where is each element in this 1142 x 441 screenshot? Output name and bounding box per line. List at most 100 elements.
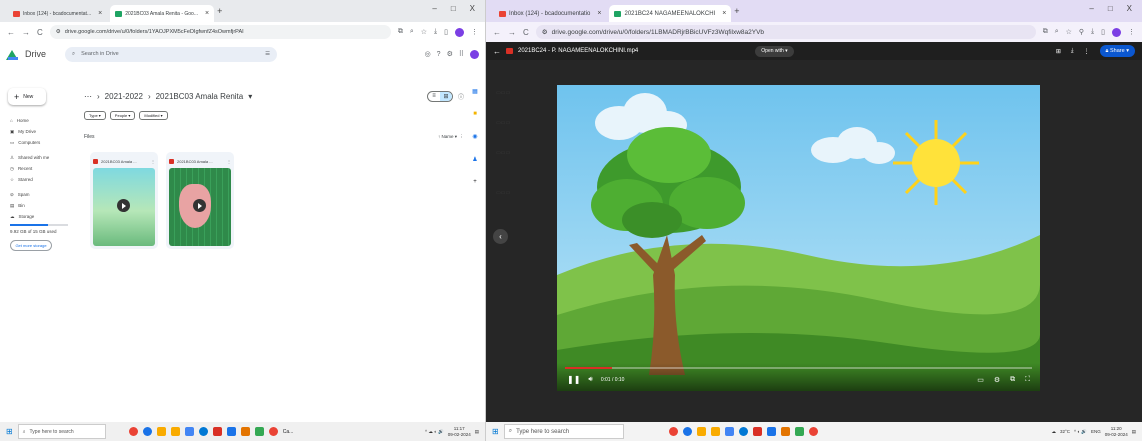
taskbar-search[interactable]: ⌕ Type here to search (17, 424, 106, 439)
previous-file-button[interactable]: ‹ (493, 229, 508, 244)
tab-drive-video[interactable]: 2021BC24 NAGAMEENALOKCHI × (609, 5, 732, 22)
taskbar-search[interactable]: ⌕ Type here to search (503, 424, 624, 439)
chevron-down-icon[interactable]: ▾ (248, 92, 252, 101)
running-app-label[interactable]: Ca... (283, 429, 294, 435)
menu-icon[interactable]: ⋮ (471, 28, 478, 37)
profile-avatar[interactable] (1112, 27, 1121, 37)
menu-icon[interactable]: ⋮ (1128, 28, 1135, 37)
offline-icon[interactable]: ◎ (425, 50, 431, 58)
share-button[interactable]: 🔒︎ Share ▾ (1099, 45, 1135, 57)
zoom-icon[interactable]: ⌕ (410, 28, 414, 37)
calendar-icon[interactable]: ▦ (472, 88, 478, 95)
address-bar[interactable]: ⚙ drive.google.com/drive/u/0/folders/1YA… (49, 25, 391, 39)
forward-icon[interactable]: → (508, 28, 516, 37)
back-arrow-icon[interactable]: ← (493, 47, 501, 56)
close-window-button[interactable]: X (1127, 4, 1132, 13)
add-addon-icon[interactable]: + (473, 179, 477, 185)
zoom-icon[interactable]: ⌕ (1055, 28, 1059, 37)
people-filter-chip[interactable]: People ▾ (109, 111, 136, 120)
chrome-icon[interactable] (668, 427, 678, 436)
bookmark-star-icon[interactable]: ☆ (1066, 28, 1072, 37)
windows-start-icon[interactable]: ⊞ (6, 427, 13, 436)
app-icon[interactable] (752, 427, 762, 436)
app-icon[interactable] (724, 427, 734, 436)
app-icon[interactable] (780, 427, 790, 436)
app-icon[interactable] (184, 427, 194, 436)
app-icon[interactable] (240, 427, 250, 436)
get-more-storage-button[interactable]: Get more storage (10, 240, 52, 251)
fullscreen-icon[interactable]: ⛶ (1025, 376, 1030, 384)
details-info-icon[interactable]: ⓘ (458, 92, 464, 101)
volume-icon[interactable]: 🔊︎ (588, 376, 592, 384)
edge-icon[interactable] (198, 427, 208, 436)
sidebar-item-my-drive[interactable]: ▣ My Drive (8, 126, 80, 137)
minimize-button[interactable]: – (432, 4, 436, 13)
type-filter-chip[interactable]: Type ▾ (84, 111, 106, 120)
forward-icon[interactable]: → (22, 28, 30, 37)
miniplayer-icon[interactable]: ⧉ (1010, 376, 1015, 384)
sidebar-item-recent[interactable]: ◷ Recent (8, 163, 80, 174)
app-icon[interactable] (794, 427, 804, 436)
notifications-icon[interactable]: ▤ (1132, 429, 1136, 435)
sidebar-item-shared[interactable]: ♙ Shared with me (8, 152, 80, 163)
tray-icons[interactable]: ^ ◐ 🔊 (1074, 429, 1087, 435)
more-actions-icon[interactable]: ⋮ (151, 159, 155, 164)
download-icon[interactable]: ⤓ (434, 28, 437, 37)
contacts-icon[interactable]: ♟ (472, 156, 477, 163)
chrome-icon[interactable] (128, 427, 138, 436)
tab-inbox[interactable]: Inbox (124) - bcadocumentat... × (8, 5, 107, 22)
breadcrumb-item[interactable]: 2021-2022 (105, 92, 143, 101)
sidepanel-icon[interactable]: ▯ (1101, 28, 1105, 37)
video-player[interactable]: ❚❚ 🔊︎ 0:01 / 0:10 ▭ ⚙ ⧉ ⛶ (557, 85, 1040, 391)
folder-icon[interactable] (170, 427, 180, 436)
pause-icon[interactable]: ❚❚ (567, 375, 580, 384)
sidebar-item-storage[interactable]: ☁ Storage (8, 211, 80, 222)
sidebar-item-home[interactable]: ⌂ Home (8, 115, 80, 126)
clock[interactable]: 11:20 09-02-2024 (1105, 426, 1128, 437)
minimize-button[interactable]: – (1089, 4, 1093, 13)
breadcrumb-current[interactable]: 2021BC03 Amala Renita (156, 92, 244, 101)
tab-drive-folder[interactable]: 2021BC03 Amala Renita - Goo... × (110, 5, 215, 22)
site-info-icon[interactable]: ⚙ (542, 28, 548, 36)
tasks-icon[interactable]: ◉ (472, 133, 477, 140)
weather-temp[interactable]: 32°C (1060, 429, 1070, 434)
app-icon[interactable] (682, 427, 692, 436)
edge-icon[interactable] (738, 427, 748, 436)
weather-icon[interactable]: ☁ (1051, 429, 1056, 435)
reload-icon[interactable]: C (523, 28, 529, 37)
close-window-button[interactable]: X (470, 4, 475, 13)
list-view-icon[interactable]: ≡ (428, 92, 440, 101)
maximize-button[interactable]: □ (451, 4, 456, 13)
apps-grid-icon[interactable]: ⠿ (459, 50, 464, 58)
video-progress-bar[interactable] (565, 367, 1032, 369)
app-icon[interactable] (142, 427, 152, 436)
file-card[interactable]: 2021BC03 Amala ... ⋮ (90, 152, 158, 249)
account-avatar[interactable] (470, 49, 479, 59)
chrome-icon[interactable] (268, 427, 278, 436)
sidebar-item-spam[interactable]: ⊘ Spam (8, 189, 80, 200)
site-info-icon[interactable]: ⚙ (56, 29, 61, 35)
tab-inbox[interactable]: Inbox (124) - bcadocumentatio × (494, 5, 606, 22)
app-icon[interactable] (212, 427, 222, 436)
sidebar-item-bin[interactable]: ▤ Bin (8, 200, 80, 211)
extensions-icon[interactable]: ⚲ (1079, 28, 1084, 37)
sort-control[interactable]: ↑ Name ▾ ⋮ (438, 134, 464, 140)
close-tab-icon[interactable]: × (722, 10, 726, 17)
sidepanel-icon[interactable]: ▯ (444, 28, 448, 37)
drive-search-input[interactable]: ⌕ Search in Drive ☰ (65, 46, 277, 62)
sidebar-item-computers[interactable]: ▭ Computers (8, 137, 80, 148)
close-tab-icon[interactable]: × (205, 10, 209, 17)
keep-icon[interactable]: ■ (473, 111, 477, 117)
folder-icon[interactable] (696, 427, 706, 436)
chrome-icon[interactable] (808, 427, 818, 436)
add-shortcut-icon[interactable]: ⊞ (1056, 48, 1061, 55)
install-icon[interactable]: ⧉ (398, 28, 403, 37)
app-icon[interactable] (254, 427, 264, 436)
profile-avatar[interactable] (455, 27, 464, 37)
file-card[interactable]: 2021BC03 Amala ... ⋮ (166, 152, 234, 249)
more-options-icon[interactable]: ⋮ (1084, 48, 1090, 55)
settings-gear-icon[interactable]: ⚙ (994, 376, 1000, 384)
windows-start-icon[interactable]: ⊞ (492, 427, 499, 436)
maximize-button[interactable]: □ (1108, 4, 1113, 13)
new-button[interactable]: + New (8, 88, 46, 105)
